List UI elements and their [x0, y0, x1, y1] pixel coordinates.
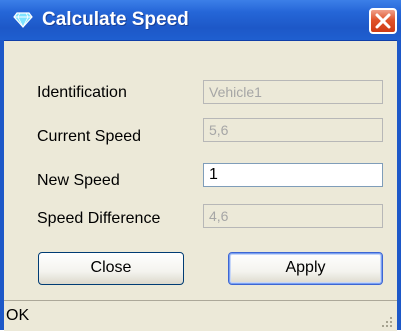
new-speed-input[interactable]: 1 — [203, 163, 383, 187]
resize-grip-icon[interactable] — [381, 316, 393, 328]
new-speed-label: New Speed — [37, 172, 120, 189]
identification-field: Vehicle1 — [203, 80, 383, 104]
speed-difference-label: Speed Difference — [37, 210, 161, 227]
speed-difference-field: 4,6 — [203, 204, 383, 228]
apply-button[interactable]: Apply — [228, 252, 383, 285]
status-text: OK — [6, 307, 30, 324]
diamond-icon — [13, 12, 33, 28]
title-bar[interactable]: Calculate Speed — [0, 0, 401, 41]
window-frame-right — [397, 40, 401, 330]
close-icon — [375, 13, 391, 29]
window-title: Calculate Speed — [42, 9, 189, 30]
status-bar: OK — [4, 300, 397, 331]
calculate-speed-dialog: Calculate Speed Identification Vehicle1 … — [0, 0, 401, 331]
current-speed-field: 5,6 — [203, 118, 383, 142]
identification-label: Identification — [37, 84, 127, 101]
current-speed-label: Current Speed — [37, 128, 142, 145]
close-window-button[interactable] — [369, 8, 397, 34]
close-button[interactable]: Close — [38, 252, 184, 285]
